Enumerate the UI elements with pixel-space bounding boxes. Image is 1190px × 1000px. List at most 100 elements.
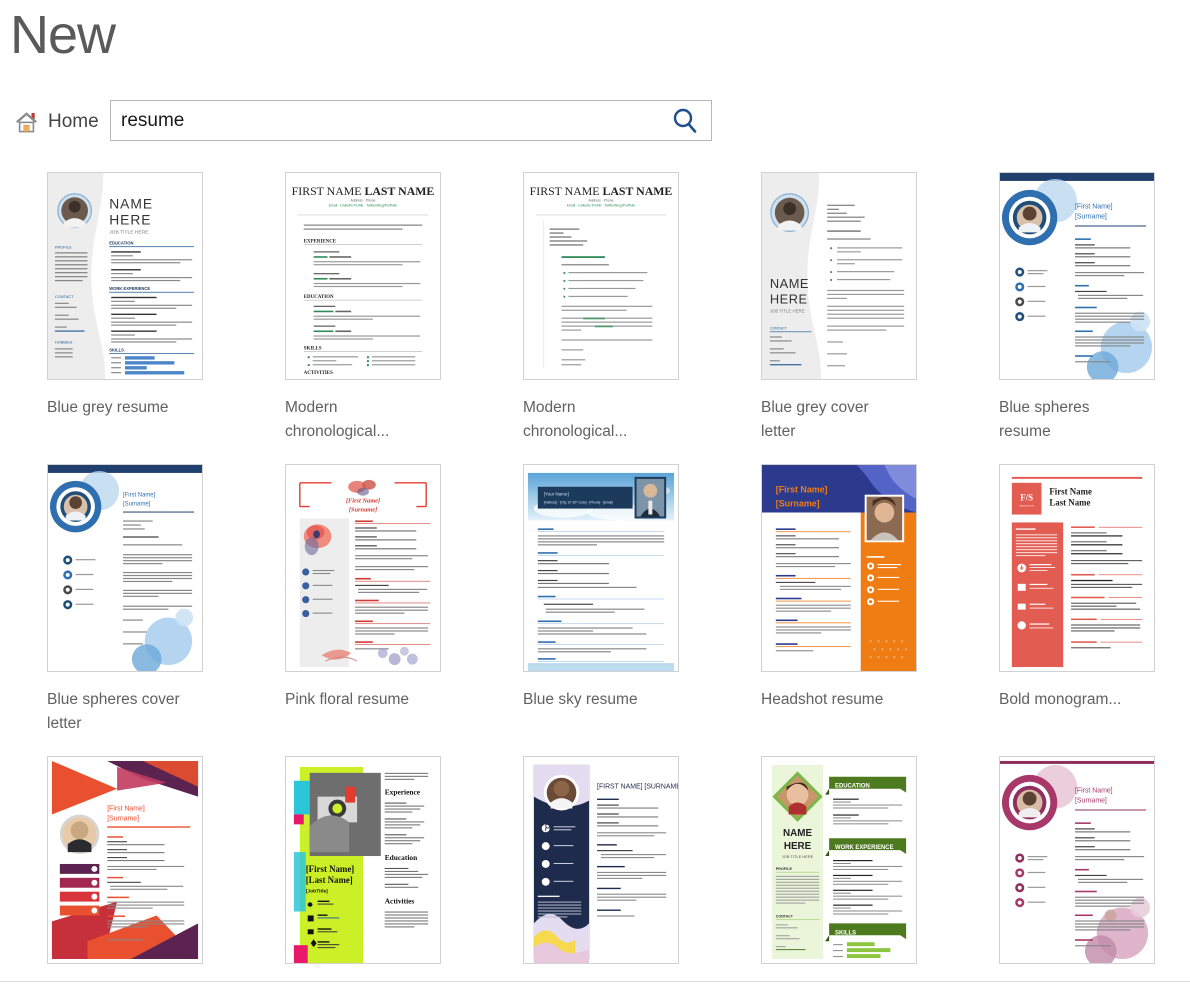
template-thumbnail[interactable]: NAME HERE JOB TITLE HERE CONTACT (761, 172, 917, 380)
template-card[interactable]: [First Name] [Surname] (47, 464, 203, 736)
svg-text:PROFILE: PROFILE (776, 867, 793, 871)
svg-text:EXPERIENCE: EXPERIENCE (304, 239, 337, 244)
template-card[interactable]: [First Name] [Surname] (285, 464, 441, 736)
svg-text:[First Name]: [First Name] (346, 498, 380, 505)
svg-text:[JobTitle]: [JobTitle] (306, 889, 328, 895)
svg-text:JOB TITLE HERE: JOB TITLE HERE (770, 309, 805, 314)
search-magnifier-icon[interactable] (668, 104, 702, 138)
svg-text:MONOGRAM: MONOGRAM (1020, 505, 1035, 508)
template-thumbnail[interactable]: [First Name] [Surname] (999, 756, 1155, 964)
template-card[interactable]: F/S MONOGRAM First Name Last Name Bold m… (999, 464, 1155, 736)
template-thumbnail[interactable]: [First Name] [Surname] (761, 464, 917, 672)
template-label: Blue spheres cover letter (47, 691, 180, 732)
svg-text:FIRST NAME LAST NAME: FIRST NAME LAST NAME (530, 184, 673, 198)
template-card[interactable]: [First Name] [Surname] (999, 756, 1155, 980)
svg-text:WORK EXPERIENCE: WORK EXPERIENCE (835, 845, 894, 851)
svg-text:First Name: First Name (1049, 487, 1092, 497)
template-label: Blue spheres resume (999, 399, 1090, 440)
template-card[interactable]: PROFILE CONTACT HOBBIES NAME HERE JOB TI… (47, 172, 203, 444)
svg-text:[Surname]: [Surname] (776, 499, 820, 509)
template-search-box[interactable] (110, 100, 712, 141)
template-card[interactable]: FIRST NAME LAST NAME Address · Phone Ema… (285, 172, 441, 444)
template-thumbnail[interactable]: [First Name] [Last Name] [JobTitle] Expe… (285, 756, 441, 964)
template-thumbnail[interactable]: NAME HERE JOB TITLE HERE PROFILE CONTACT (761, 756, 917, 964)
svg-text:[First Name]: [First Name] (1075, 204, 1113, 211)
home-icon (14, 110, 39, 134)
svg-text:[First Name]: [First Name] (306, 864, 355, 874)
svg-text:Last Name: Last Name (1049, 498, 1090, 508)
page-title: New (10, 5, 116, 65)
template-thumbnail[interactable]: [First Name] [Surname] (285, 464, 441, 672)
template-card[interactable]: [First Name] [Surname] (761, 464, 917, 736)
svg-text:[Last Name]: [Last Name] (306, 875, 353, 885)
svg-text:Experience: Experience (385, 788, 421, 797)
home-label: Home (48, 111, 99, 132)
template-label: Modern chronological... (285, 399, 390, 440)
svg-text:CONTACT: CONTACT (770, 326, 788, 330)
template-label: Modern chronological... (523, 399, 628, 440)
template-card[interactable]: [Your Name] [Address] · [City, ST ZIP Co… (523, 464, 679, 736)
svg-text:Address · Phone: Address · Phone (351, 199, 376, 203)
svg-text:PROFILE: PROFILE (55, 244, 72, 249)
template-thumbnail[interactable]: [Your Name] [Address] · [City, ST ZIP Co… (523, 464, 679, 672)
template-thumbnail[interactable]: [First Name] [Surname] (999, 172, 1155, 380)
template-card[interactable]: NAME HERE JOB TITLE HERE CONTACT Blue gr… (761, 172, 917, 444)
svg-text:CONTACT: CONTACT (776, 914, 794, 918)
svg-text:[Surname]: [Surname] (1075, 798, 1107, 805)
svg-text:EDUCATION: EDUCATION (109, 240, 133, 245)
svg-text:EDUCATION: EDUCATION (304, 295, 334, 300)
svg-text:WORK EXPERIENCE: WORK EXPERIENCE (109, 286, 150, 291)
search-input[interactable] (111, 102, 668, 139)
svg-text:FIRST NAME LAST NAME: FIRST NAME LAST NAME (292, 184, 435, 198)
template-card[interactable]: [First Name] [Surname] (47, 756, 203, 980)
template-thumbnail[interactable]: [First Name] [Surname] (47, 464, 203, 672)
svg-text:[FIRST NAME] [SURNAME]: [FIRST NAME] [SURNAME] (597, 784, 678, 791)
svg-text:HERE: HERE (770, 292, 808, 307)
svg-text:[First Name]: [First Name] (123, 493, 156, 499)
template-label: Blue grey cover letter (761, 399, 869, 440)
svg-text:JOB TITLE HERE: JOB TITLE HERE (782, 854, 814, 859)
svg-text:Activities: Activities (385, 897, 415, 906)
svg-text:[Surname]: [Surname] (107, 815, 139, 822)
template-card[interactable]: [First Name] [Last Name] [JobTitle] Expe… (285, 756, 441, 980)
svg-text:NAME: NAME (783, 828, 812, 839)
home-button[interactable]: Home (10, 100, 103, 144)
template-thumbnail[interactable]: FIRST NAME LAST NAME Address · Phone Ema… (285, 172, 441, 380)
template-card[interactable]: [First Name] [Surname] (999, 172, 1155, 444)
template-thumbnail[interactable]: FIRST NAME LAST NAME Address · Phone Ema… (523, 172, 679, 380)
new-document-page: New Home resume PROFILE CONTACT HOBBIES … (0, 0, 1190, 994)
svg-text:NAME: NAME (109, 196, 153, 212)
svg-text:HOBBIES: HOBBIES (55, 339, 73, 344)
svg-text:JOB TITLE HERE: JOB TITLE HERE (109, 229, 149, 235)
svg-text:NAME: NAME (770, 276, 809, 291)
svg-text:[Address] · [City, ST ZIP Code: [Address] · [City, ST ZIP Code] · [Phone… (544, 501, 613, 505)
template-thumbnail[interactable]: F/S MONOGRAM First Name Last Name (999, 464, 1155, 672)
svg-text:[First Name]: [First Name] (107, 805, 145, 812)
svg-text:SKILLS: SKILLS (835, 930, 856, 936)
svg-text:HERE: HERE (109, 211, 151, 227)
template-card[interactable]: [FIRST NAME] [SURNAME] (523, 756, 679, 980)
template-card[interactable]: FIRST NAME LAST NAME Address · Phone Ema… (523, 172, 679, 444)
template-label: Pink floral resume (285, 691, 410, 708)
template-thumbnail[interactable]: PROFILE CONTACT HOBBIES NAME HERE JOB TI… (47, 172, 203, 380)
svg-text:Email · LinkedIn Profile · Twi: Email · LinkedIn Profile · Twitter/Blog/… (567, 204, 635, 208)
template-label: Bold monogram... (999, 691, 1122, 708)
svg-text:[Surname]: [Surname] (123, 502, 151, 508)
svg-text:[First Name]: [First Name] (776, 485, 828, 495)
svg-text:[First Name]: [First Name] (1075, 788, 1113, 795)
svg-text:Address · Phone: Address · Phone (589, 199, 614, 203)
template-thumbnail[interactable]: [First Name] [Surname] (47, 756, 203, 964)
svg-text:[Surname]: [Surname] (349, 507, 377, 514)
template-label: Blue sky resume (523, 691, 638, 708)
svg-text:Email · LinkedIn Profile · Twi: Email · LinkedIn Profile · Twitter/Blog/… (329, 204, 397, 208)
template-thumbnail[interactable]: [FIRST NAME] [SURNAME] (523, 756, 679, 964)
bottom-divider (0, 981, 1190, 982)
svg-text:SKILLS: SKILLS (109, 347, 124, 352)
svg-text:Education: Education (385, 853, 417, 862)
svg-text:SKILLS: SKILLS (304, 346, 322, 351)
svg-text:ACTIVITIES: ACTIVITIES (304, 371, 333, 376)
template-card[interactable]: NAME HERE JOB TITLE HERE PROFILE CONTACT (761, 756, 917, 980)
svg-text:EDUCATION: EDUCATION (835, 784, 870, 790)
svg-text:[Surname]: [Surname] (1075, 214, 1107, 221)
svg-text:CONTACT: CONTACT (55, 294, 74, 299)
